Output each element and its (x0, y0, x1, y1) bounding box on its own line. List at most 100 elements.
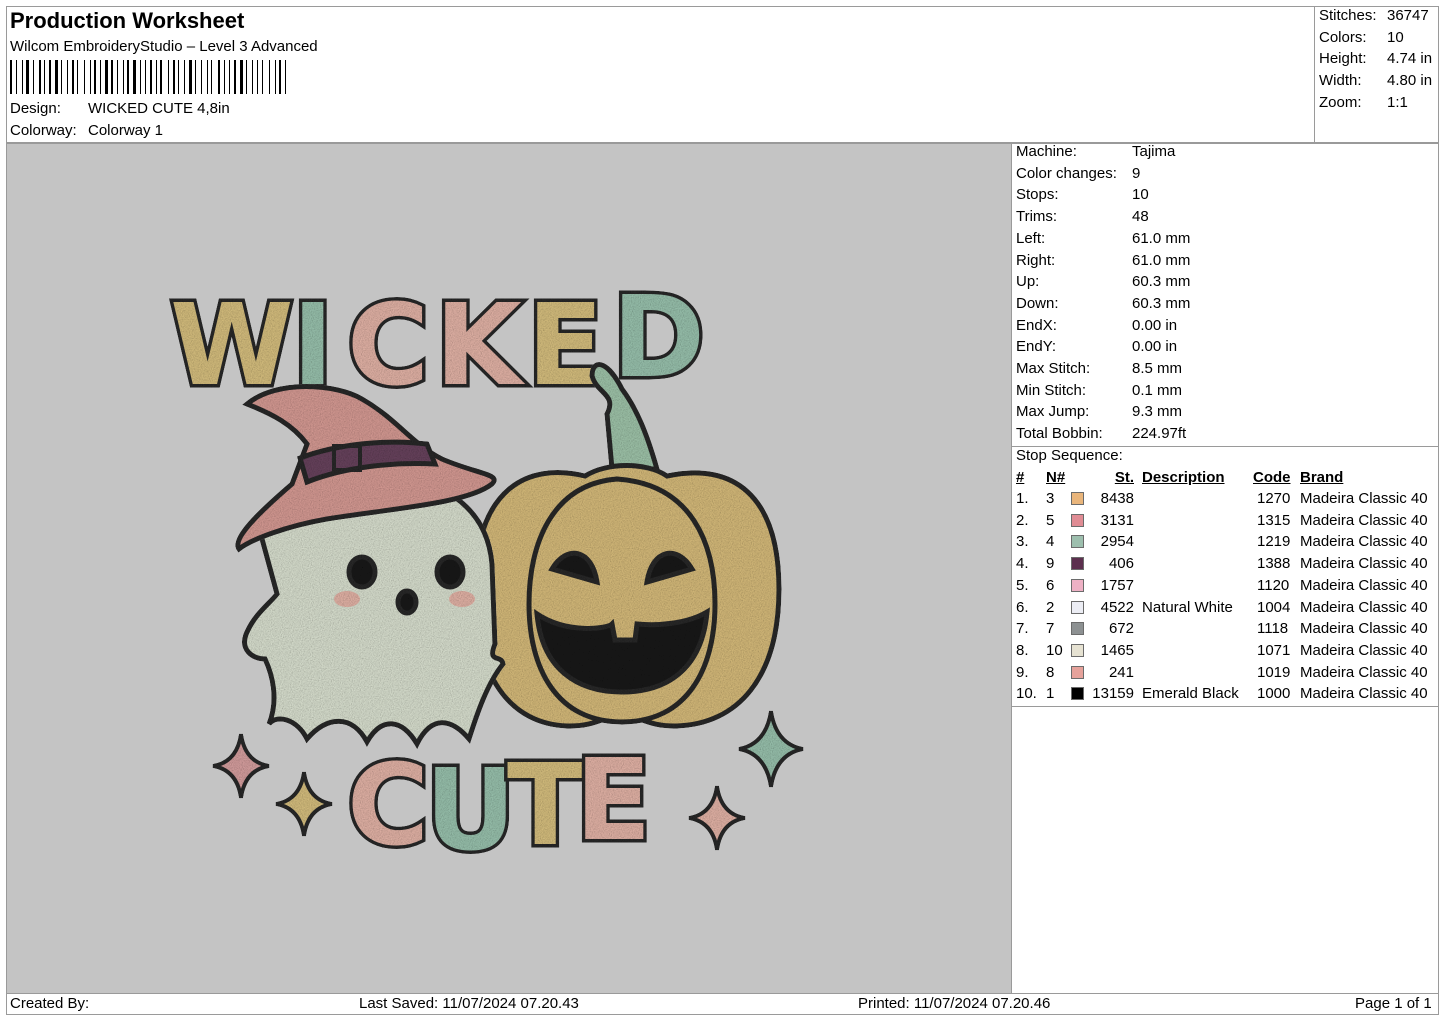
footer-page-number: Page 1 of 1 (1355, 995, 1432, 1012)
barcode-bar (257, 60, 258, 94)
barcode-bar (207, 60, 208, 94)
sparkle-1 (212, 733, 270, 799)
barcode-bar (240, 60, 243, 94)
letter-u: U (425, 746, 516, 876)
machine-info-value: 0.00 in (1132, 316, 1178, 334)
design-value: WICKED CUTE 4,8in (88, 100, 230, 117)
design-label: Design: (10, 100, 61, 117)
barcode-bar (176, 60, 177, 94)
barcode-bar (203, 60, 205, 94)
barcode-bar (86, 60, 88, 94)
barcode-bar (33, 60, 34, 94)
barcode-bar (77, 60, 78, 94)
color-swatch (1071, 492, 1084, 505)
barcode-bar (125, 60, 126, 94)
barcode-bar (173, 60, 175, 94)
barcode-bar (26, 60, 29, 94)
color-swatch (1071, 687, 1084, 701)
sequence-needle: 10 (1046, 641, 1063, 659)
sequence-needle: 3 (1046, 490, 1055, 507)
machine-info-value: 0.1 mm (1132, 381, 1183, 399)
barcode-bar (105, 60, 108, 94)
letter-e: E (527, 281, 604, 411)
machine-info-label: Color changes: (1016, 164, 1117, 182)
sequence-stitches: 1757 (1100, 576, 1134, 594)
sequence-brand: Madeira Classic 40 (1300, 511, 1428, 529)
machine-info-value: Tajima (1132, 143, 1176, 160)
sequence-needle: 9 (1046, 555, 1055, 573)
machine-info-label: Right: (1016, 251, 1056, 269)
barcode-bar (111, 60, 113, 94)
pumpkin (472, 362, 782, 729)
barcode-bar (72, 60, 74, 94)
sequence-index: 6. (1016, 598, 1029, 616)
barcode-bar (145, 60, 146, 94)
sequence-needle: 2 (1046, 598, 1055, 616)
barcode-bar (164, 60, 167, 94)
sequence-index: 2. (1016, 511, 1029, 529)
barcode-bar (184, 60, 185, 94)
barcode-bar (44, 60, 45, 94)
sequence-stitches: 3131 (1100, 511, 1134, 529)
sequence-code: 1120 (1257, 576, 1290, 594)
sequence-brand: Madeira Classic 40 (1300, 620, 1428, 638)
sequence-stitches: 13159 (1092, 685, 1134, 703)
barcode-bar (198, 60, 200, 94)
barcode-bar (237, 60, 238, 94)
machine-info-label: Down: (1016, 294, 1059, 312)
barcode-bar (84, 60, 85, 94)
colorway-value: Colorway 1 (88, 122, 164, 139)
machine-info-label: Trims: (1016, 208, 1058, 226)
sequence-index: 7. (1016, 620, 1029, 638)
design-canvas: W I C K E D C U T E (7, 144, 1011, 993)
barcode-bar (254, 60, 255, 94)
barcode-bar (279, 60, 281, 94)
barcode-bar (131, 60, 132, 94)
barcode-bar (137, 60, 138, 94)
barcode-bar (168, 60, 169, 94)
sequence-brand: Madeira Classic 40 (1300, 641, 1428, 659)
summary-label: Zoom: (1319, 93, 1362, 111)
barcode-bar (150, 60, 152, 94)
sequence-divider (1012, 706, 1438, 707)
sequence-description: Natural White (1142, 598, 1233, 616)
barcode-bar (61, 60, 62, 94)
barcode-bar (153, 60, 154, 94)
sequence-code: 1388 (1257, 555, 1291, 573)
sequence-brand: Madeira Classic 40 (1300, 685, 1428, 703)
barcode-bar (133, 60, 136, 94)
machine-info-label: EndX: (1016, 316, 1057, 334)
barcode-bar (98, 60, 99, 94)
barcode-bar (67, 60, 68, 94)
summary-value: 4.80 in (1387, 72, 1433, 90)
sequence-code: 1118 (1257, 620, 1289, 638)
barcode-bar (271, 60, 273, 94)
barcode-bar (158, 60, 159, 94)
sequence-needle: 1 (1046, 685, 1055, 703)
barcode-bar (31, 60, 32, 94)
sequence-needle: 6 (1046, 576, 1055, 594)
machine-info-value: 224.97ft (1132, 425, 1187, 443)
machine-info-label: Stops: (1016, 186, 1059, 204)
barcode-bar (39, 60, 41, 94)
sequence-stitches: 8438 (1100, 490, 1134, 507)
machine-info-value: 10 (1132, 186, 1149, 204)
barcode-bar (92, 60, 93, 94)
machine-info-value: 61.0 mm (1132, 229, 1191, 247)
machine-info-value: 9.3 mm (1132, 403, 1183, 421)
word-cute: C U T E (344, 733, 656, 880)
sequence-code: 1315 (1257, 511, 1291, 529)
page-title: Production Worksheet (10, 8, 245, 33)
barcode-bar (10, 60, 12, 94)
sequence-index: 8. (1016, 641, 1029, 659)
barcode-bar (75, 60, 76, 94)
sequence-index: 10. (1016, 685, 1037, 703)
color-swatch (1071, 643, 1084, 657)
letter-c2: C (347, 741, 429, 871)
color-swatch (1071, 665, 1084, 679)
machine-info-label: Min Stitch: (1016, 381, 1087, 399)
summary-label: Width: (1319, 72, 1362, 90)
barcode-bar (109, 60, 110, 94)
machine-info-value: 0.00 in (1132, 338, 1178, 356)
sequence-stitches: 241 (1108, 663, 1134, 681)
